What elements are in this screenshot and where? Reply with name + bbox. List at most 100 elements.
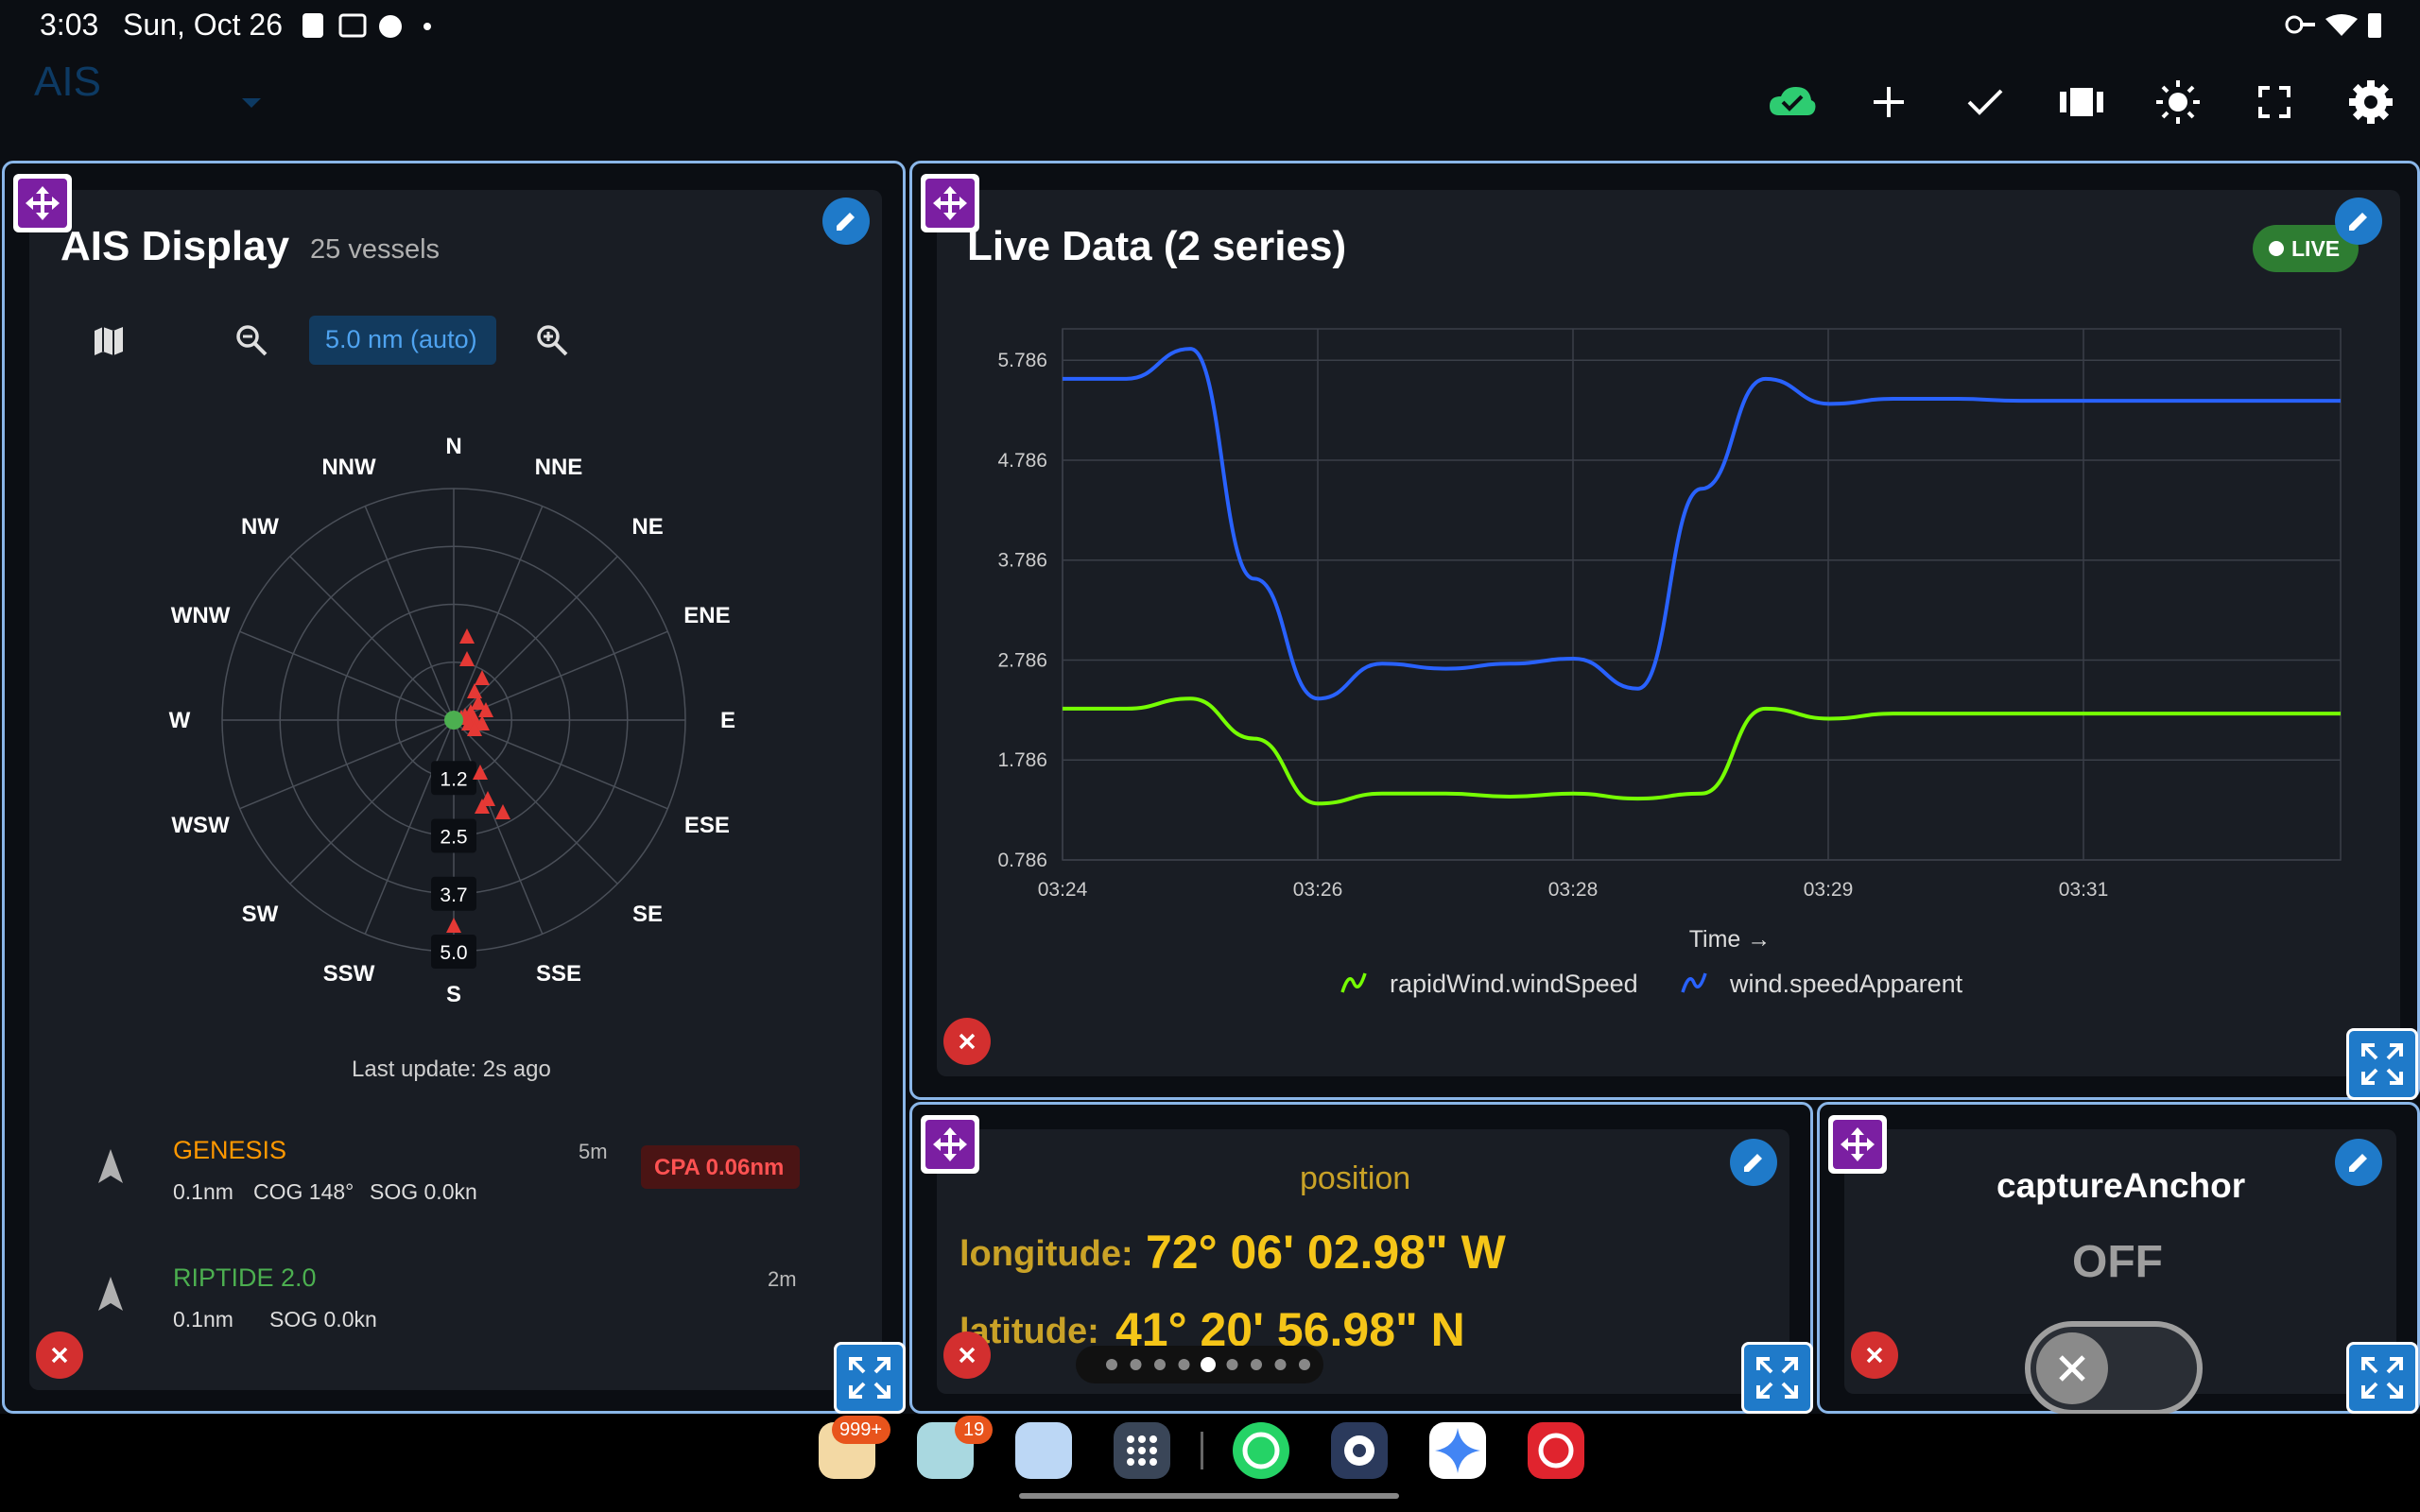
anchor-toggle[interactable] [2023,1319,2212,1414]
badge-count: 999+ [839,1419,883,1440]
pencil-icon [2349,1154,2367,1172]
live-dot-icon [2269,241,2284,256]
map-icon[interactable] [93,325,125,357]
x-tick-label: 03:28 [1548,879,1599,901]
series-line [1062,347,2341,701]
toggle-thumb [2036,1332,2108,1404]
close-icon [959,1033,976,1050]
y-tick-label: 5.786 [997,350,1047,371]
page-dot[interactable] [1226,1359,1238,1370]
compass-label: E [720,708,735,733]
whatsapp-icon[interactable] [1233,1422,1289,1479]
apps-grid-icon[interactable] [1114,1422,1170,1479]
vessel-list: GENESIS 5m CPA 0.06nm 0.1nm COG 148° SOG… [57,1115,813,1351]
x-tick-label: 03:31 [2059,879,2109,901]
live-edit-button[interactable] [2335,198,2382,245]
live-title: Live Data (2 series) [967,223,1347,269]
settings-app-icon[interactable] [1331,1422,1388,1479]
ais-close-button[interactable] [36,1332,83,1379]
app-a-icon[interactable] [1528,1422,1584,1479]
gesture-bar[interactable] [1019,1493,1399,1499]
anchor-close-button[interactable] [1851,1332,1898,1379]
compass-label: N [445,434,461,459]
zoom-in-icon[interactable] [535,323,569,357]
gemini-icon[interactable] [1429,1422,1486,1479]
ais-target[interactable] [495,804,510,819]
position-expand-button[interactable] [1741,1342,1813,1414]
series-line [1062,696,2341,806]
anchor-move-handle[interactable] [1828,1115,1887,1174]
x-tick-label: 03:24 [1038,879,1088,901]
ais-edit-button[interactable] [822,198,870,245]
page-dot[interactable] [1106,1359,1117,1370]
close-icon [1866,1347,1883,1364]
live-expand-button[interactable] [2346,1028,2418,1100]
vessel-sog: SOG 0.0kn [269,1307,377,1332]
zoom-out-icon[interactable] [234,323,268,357]
x-tick-label: 03:26 [1293,879,1343,901]
cloud-done-icon[interactable] [1764,74,1821,130]
dashboard-dropdown-icon[interactable] [240,96,263,110]
dashboard-title[interactable]: AIS [34,59,101,106]
vessel-cog: COG 148° [253,1179,354,1204]
ais-radar[interactable]: N NNE NE ENE E ESE SE SSE S SSW SW WSW W WNW NW NNW 1.2 2… [151,416,756,1021]
dock-divider [1201,1432,1203,1469]
radar-spoke [289,556,455,721]
page-dot[interactable] [1274,1359,1287,1370]
radar-spoke [364,506,455,721]
vessel-age: 5m [579,1140,608,1163]
app-folder-icon[interactable] [1015,1422,1072,1479]
list-item[interactable]: RIPTIDE 2.0 2m 0.1nm SOG 0.0kn [57,1243,813,1356]
list-item[interactable]: GENESIS 5m CPA 0.06nm 0.1nm COG 148° SOG… [57,1115,813,1228]
cpa-label: CPA 0.06nm [654,1155,785,1180]
page-dot[interactable] [1251,1359,1262,1370]
ais-target[interactable] [459,628,475,644]
page-dot[interactable] [1178,1359,1190,1370]
position-title: position [1300,1160,1411,1196]
ais-target[interactable] [467,683,482,698]
compass-label: S [446,982,461,1007]
compass-label: W [169,708,191,733]
settings-gear-icon[interactable] [2342,74,2399,130]
expand-icon [849,1357,890,1399]
add-icon[interactable] [1860,74,1917,130]
close-icon [51,1347,68,1364]
ais-target[interactable] [459,651,475,666]
page-indicator[interactable] [1076,1346,1323,1383]
position-move-handle[interactable] [921,1115,979,1174]
page-dot[interactable] [1299,1359,1310,1370]
compass-label: NNW [321,455,376,480]
x-tick-label: 03:29 [1804,879,1854,901]
legend-label[interactable]: rapidWind.windSpeed [1390,970,1638,998]
legend-label[interactable]: wind.speedApparent [1729,970,1963,998]
fullscreen-icon[interactable] [2246,74,2303,130]
vessel-arrow-icon [98,1149,123,1183]
compass-label: SSE [536,961,581,987]
page-dot[interactable] [1130,1359,1142,1370]
anchor-edit-button[interactable] [2335,1139,2382,1186]
y-tick-label: 0.786 [997,850,1047,871]
page-dot[interactable] [1201,1357,1216,1372]
move-icon [925,1120,975,1169]
ais-target[interactable] [446,918,461,933]
pencil-icon [2349,213,2367,231]
radar-spoke [239,719,455,810]
live-chart[interactable]: 5.786 4.786 3.786 2.786 1.786 0.786 03:24 03:26… [964,312,2363,1011]
compass-label: SW [242,902,279,927]
plot-area [1062,328,2342,861]
brightness-icon[interactable] [2150,74,2206,130]
position-close-button[interactable] [943,1332,991,1379]
vessel-name: GENESIS [173,1136,287,1164]
radar-spoke [289,719,455,885]
carousel-icon[interactable] [2053,74,2110,130]
position-edit-button[interactable] [1730,1139,1777,1186]
live-close-button[interactable] [943,1018,991,1065]
page-dot[interactable] [1154,1359,1166,1370]
anchor-expand-button[interactable] [2346,1342,2418,1414]
status-time: 3:03 [40,8,99,42]
compass-label: WSW [171,813,230,838]
check-icon[interactable] [1957,74,2014,130]
vessel-dist: 0.1nm [173,1179,233,1204]
ais-expand-button[interactable] [834,1342,906,1414]
compass-label: ESE [684,813,730,838]
